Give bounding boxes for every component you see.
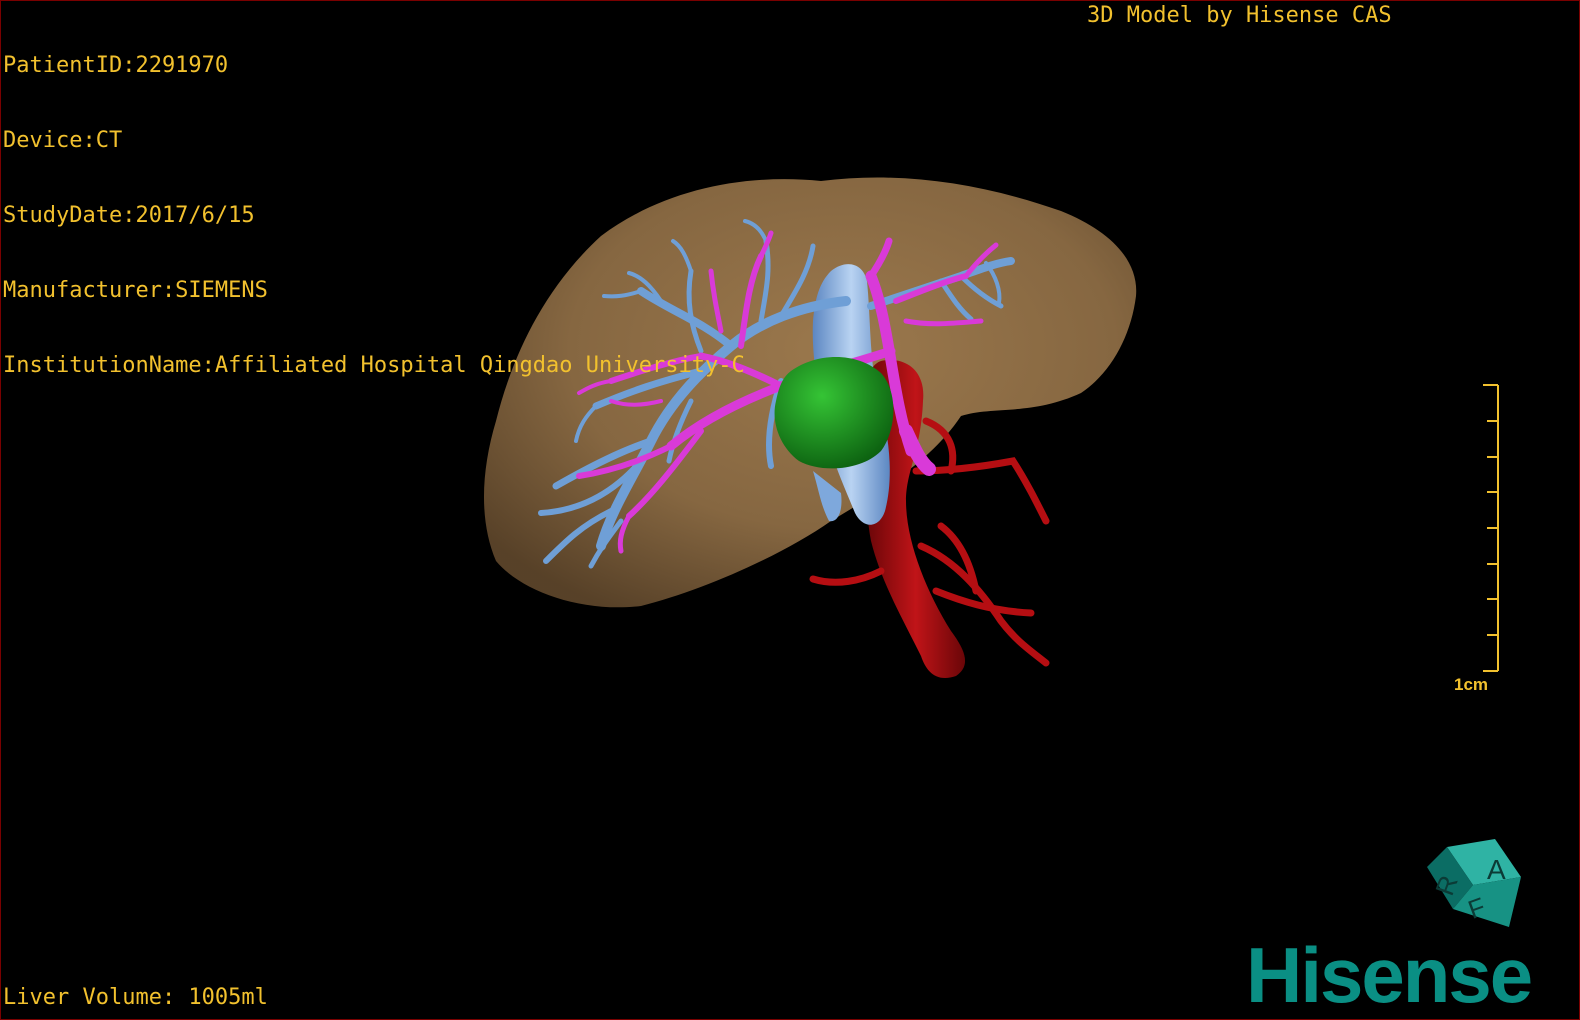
scale-bar-label: 1cm xyxy=(1454,675,1489,694)
manufacturer: Manufacturer:SIEMENS xyxy=(3,278,268,303)
hisense-logo: Hisense xyxy=(1246,931,1533,1019)
institution-name: InstitutionName:Affiliated Hospital Qing… xyxy=(3,353,745,378)
3d-viewport[interactable]: PatientID:2291970 Device:CT StudyDate:20… xyxy=(0,0,1580,1020)
device: Device:CT xyxy=(3,128,123,153)
cube-face-a: A xyxy=(1487,854,1506,885)
patient-id: PatientID:2291970 xyxy=(3,53,229,78)
scale-bar xyxy=(1483,384,1499,672)
dicom-info-overlay: PatientID:2291970 Device:CT StudyDate:20… xyxy=(3,3,745,428)
tumor xyxy=(774,357,894,469)
orientation-cube-icon[interactable]: A R F xyxy=(1425,837,1525,937)
study-date: StudyDate:2017/6/15 xyxy=(3,203,255,228)
liver-volume-readout: Liver Volume: 1005ml xyxy=(3,985,268,1010)
model-brand-title: 3D Model by Hisense CAS xyxy=(1087,3,1392,28)
